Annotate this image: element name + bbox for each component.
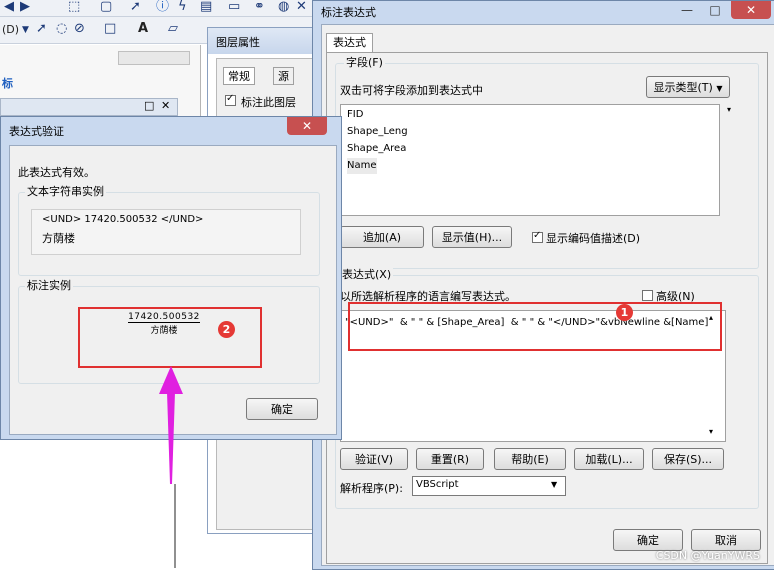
toc-scrollbar[interactable]: [118, 51, 190, 65]
pointer-icon[interactable]: ➚: [130, 0, 141, 14]
rotate-icon[interactable]: ◌: [56, 22, 67, 36]
tab-general[interactable]: 常规: [223, 67, 255, 85]
dialog-titlebar: 标注表达式 — □ ✕: [313, 1, 774, 23]
annotation-badge-2: 2: [218, 321, 235, 338]
chevron-down-icon: ▼: [716, 84, 723, 93]
window-title: 图层属性: [216, 36, 260, 49]
layer-properties-titlebar: 图层属性: [208, 28, 318, 54]
valid-message: 此表达式有效。: [18, 166, 95, 179]
comment-icon[interactable]: ▤: [200, 0, 212, 14]
highlight-label-sample: [78, 307, 262, 368]
cancel-button[interactable]: 取消: [691, 529, 761, 551]
arrow-shaft: [167, 392, 175, 484]
binoculars-icon[interactable]: ⚭: [254, 0, 265, 14]
label-sample-group-label: 标注实例: [25, 279, 73, 293]
close-icon[interactable]: ✕: [161, 99, 170, 112]
scroll-down-icon[interactable]: ▾: [709, 427, 713, 436]
parser-label: 解析程序(P):: [340, 482, 403, 495]
verify-ok-button[interactable]: 确定: [246, 398, 318, 420]
text-sample-group-label: 文本字符串实例: [25, 185, 106, 199]
text-sample-line2: 方荫楼: [42, 232, 75, 245]
fields-group-label: 字段(F): [344, 56, 385, 70]
fields-listbox[interactable]: FID Shape_Leng Shape_Area Name ▾: [340, 104, 731, 216]
show-type-button[interactable]: 显示类型(T) ▼: [646, 76, 730, 98]
text-tool-icon[interactable]: A: [138, 22, 148, 36]
watermark: CSDN @YuanYWRS: [655, 549, 760, 562]
text-sample-box: <UND> 17420.500532 </UND> 方荫楼: [31, 209, 301, 255]
reset-button[interactable]: 重置(R): [416, 448, 484, 470]
toc-layer-label[interactable]: 标: [2, 75, 13, 91]
verify-close-button[interactable]: ✕: [287, 117, 327, 135]
load-button[interactable]: 加载(L)...: [574, 448, 644, 470]
fields-group: 字段(F) 双击可将字段添加到表达式中 显示类型(T) ▼ FID Shape_…: [335, 56, 759, 269]
arrow-left-icon[interactable]: ◀: [4, 0, 14, 14]
label-layer-text: 标注此图层: [241, 96, 296, 109]
verify-button[interactable]: 验证(V): [340, 448, 408, 470]
highlight-expression: [348, 302, 722, 351]
add-button[interactable]: 追加(A): [340, 226, 424, 248]
close-button[interactable]: ✕: [731, 1, 771, 19]
expression-group-label: 表达式(X): [340, 268, 394, 282]
field-item-fid[interactable]: FID: [347, 107, 363, 123]
text-sample-group: 文本字符串实例 <UND> 17420.500532 </UND> 方荫楼: [18, 185, 320, 276]
drawing-dropdown[interactable]: (D): [2, 23, 19, 37]
field-item-name[interactable]: Name: [347, 158, 377, 174]
measure-icon[interactable]: ▭: [228, 0, 240, 14]
help-button[interactable]: 帮助(E): [494, 448, 566, 470]
fields-hint: 双击可将字段添加到表达式中: [340, 84, 483, 97]
show-type-label: 显示类型(T): [653, 81, 713, 94]
globe-icon[interactable]: ◍: [278, 0, 289, 14]
page-icon[interactable]: ▢: [100, 0, 112, 14]
save-button[interactable]: 保存(S)...: [652, 448, 724, 470]
rectangle-icon[interactable]: □: [104, 22, 116, 36]
dialog-body: 表达式 字段(F) 双击可将字段添加到表达式中 显示类型(T) ▼ FID Sh…: [321, 24, 774, 566]
text-sample-line1: <UND> 17420.500532 </UND>: [42, 214, 204, 225]
show-coded-values-label: 显示编码值描述(D): [546, 232, 641, 245]
pointer-icon[interactable]: ➚: [36, 22, 47, 36]
chevron-down-icon: ▼: [551, 480, 558, 489]
parser-value: VBScript: [416, 479, 459, 490]
xy-icon[interactable]: ✕: [296, 0, 307, 14]
maximize-button[interactable]: □: [703, 1, 727, 19]
label-layer-checkbox[interactable]: [225, 93, 236, 106]
tab-expression[interactable]: 表达式: [326, 33, 373, 52]
lightning-icon[interactable]: ϟ: [178, 0, 187, 14]
chevron-down-icon[interactable]: ▼: [22, 23, 29, 37]
annotation-arrow: [159, 366, 183, 568]
top-toolbar: ◀ ▶ ⬚ ▢ ➚ ⓘ ϟ ▤ ▭ ⚭ ◍ ✕: [0, 0, 320, 17]
parser-select[interactable]: VBScript ▼: [412, 476, 566, 496]
advanced-checkbox[interactable]: [642, 290, 653, 301]
restore-icon[interactable]: □: [144, 99, 154, 112]
show-coded-values-checkbox[interactable]: [532, 230, 543, 243]
scroll-indicator-icon: ▾: [727, 105, 732, 114]
callout-icon[interactable]: ▱: [168, 22, 178, 36]
arrow-right-icon[interactable]: ▶: [20, 0, 30, 14]
label-expression-dialog: 标注表达式 — □ ✕ 表达式 字段(F) 双击可将字段添加到表达式中 显示类型…: [312, 0, 774, 570]
tab-source[interactable]: 源: [273, 67, 294, 85]
zoom-icon[interactable]: ⊘: [74, 22, 85, 36]
field-item-shape-leng[interactable]: Shape_Leng: [347, 124, 408, 140]
info-icon[interactable]: ⓘ: [156, 0, 169, 14]
field-item-shape-area[interactable]: Shape_Area: [347, 141, 406, 157]
dialog-title: 标注表达式: [321, 6, 376, 19]
ok-button[interactable]: 确定: [613, 529, 683, 551]
minimize-button[interactable]: —: [675, 1, 699, 19]
arrow-head: [159, 366, 183, 394]
show-values-button[interactable]: 显示值(H)...: [432, 226, 512, 248]
select-icon[interactable]: ⬚: [68, 0, 80, 14]
annotation-badge-1: 1: [616, 304, 633, 321]
floating-panel-titlebar: □ ✕: [0, 98, 178, 116]
verify-dialog-title: 表达式验证: [9, 125, 64, 138]
